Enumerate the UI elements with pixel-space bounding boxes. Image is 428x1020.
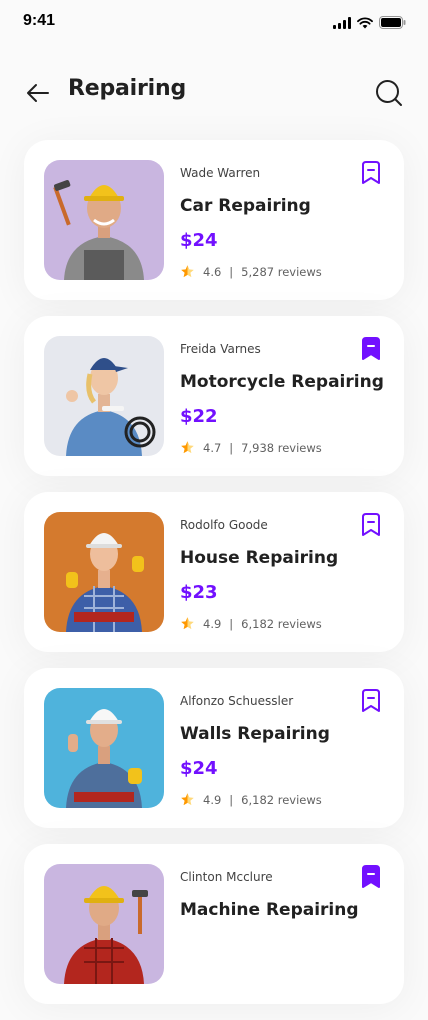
service-card[interactable]: Wade Warren Car Repairing $24 4.6 | 5,28… (24, 140, 404, 300)
bookmark-outline-icon[interactable] (360, 161, 382, 185)
rating-value: 4.6 (203, 264, 222, 279)
service-price: $24 (180, 758, 218, 779)
provider-name: Freida Varnes (180, 342, 261, 356)
cellular-signal-icon (333, 14, 351, 33)
rating-row: 4.9 | 6,182 reviews (180, 792, 322, 807)
service-title: Walls Repairing (180, 724, 330, 744)
service-card[interactable]: Clinton Mcclure Machine Repairing (24, 844, 404, 1004)
rating-separator: | (229, 616, 234, 631)
half-star-icon (180, 792, 195, 807)
service-title: Motorcycle Repairing (180, 372, 384, 392)
rating-value: 4.9 (203, 616, 222, 631)
provider-name: Wade Warren (180, 166, 261, 180)
provider-name: Clinton Mcclure (180, 870, 273, 884)
service-title: Machine Repairing (180, 900, 359, 920)
rating-separator: | (229, 440, 234, 455)
service-title: Car Repairing (180, 196, 311, 216)
review-count: 6,182 reviews (241, 792, 322, 807)
review-count: 6,182 reviews (241, 616, 322, 631)
half-star-icon (180, 440, 195, 455)
worker-photo (44, 336, 164, 456)
worker-photo (44, 688, 164, 808)
wifi-icon (357, 14, 373, 33)
review-count: 7,938 reviews (241, 440, 322, 455)
service-card[interactable]: Freida Varnes Motorcycle Repairing $22 4… (24, 316, 404, 476)
rating-separator: | (229, 792, 234, 807)
review-count: 5,287 reviews (241, 264, 322, 279)
page-title: Repairing (68, 76, 186, 101)
bookmark-outline-icon[interactable] (360, 513, 382, 537)
search-button[interactable] (374, 78, 404, 108)
half-star-icon (180, 616, 195, 631)
back-button[interactable] (24, 80, 52, 106)
rating-row: 4.9 | 6,182 reviews (180, 616, 322, 631)
service-card[interactable]: Alfonzo Schuessler Walls Repairing $24 4… (24, 668, 404, 828)
service-price: $22 (180, 406, 218, 427)
rating-value: 4.9 (203, 792, 222, 807)
header: Repairing (0, 70, 428, 116)
status-time: 9:41 (23, 12, 56, 29)
battery-icon (379, 14, 406, 33)
status-bar: 9:41 (0, 0, 428, 46)
service-title: House Repairing (180, 548, 339, 568)
bookmark-filled-icon[interactable] (360, 865, 382, 889)
service-list: Wade Warren Car Repairing $24 4.6 | 5,28… (24, 140, 404, 1020)
worker-photo (44, 512, 164, 632)
service-card[interactable]: Rodolfo Goode House Repairing $23 4.9 | … (24, 492, 404, 652)
rating-value: 4.7 (203, 440, 222, 455)
bookmark-outline-icon[interactable] (360, 689, 382, 713)
bookmark-filled-icon[interactable] (360, 337, 382, 361)
rating-row: 4.7 | 7,938 reviews (180, 440, 322, 455)
search-icon (376, 80, 402, 106)
provider-name: Alfonzo Schuessler (180, 694, 294, 708)
worker-photo (44, 864, 164, 984)
service-price: $24 (180, 230, 218, 251)
status-icons (333, 14, 406, 33)
provider-name: Rodolfo Goode (180, 518, 268, 532)
service-price: $23 (180, 582, 218, 603)
arrow-left-icon (27, 84, 49, 102)
rating-row: 4.6 | 5,287 reviews (180, 264, 322, 279)
half-star-icon (180, 264, 195, 279)
worker-photo (44, 160, 164, 280)
rating-separator: | (229, 264, 234, 279)
